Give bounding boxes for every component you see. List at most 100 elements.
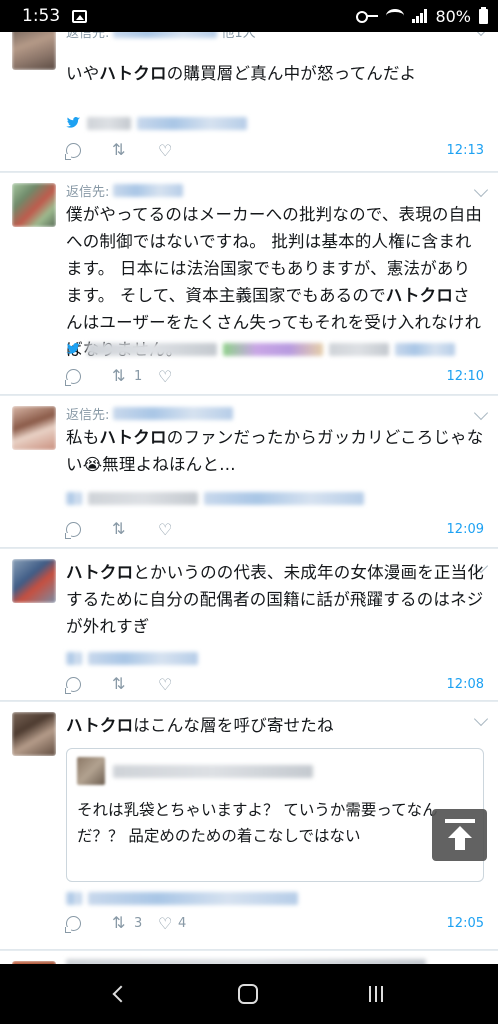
- wifi-icon: [386, 9, 405, 23]
- avatar[interactable]: [12, 559, 56, 603]
- reply-button[interactable]: [65, 142, 112, 160]
- like-button[interactable]: ♡: [158, 140, 204, 160]
- vpn-key-icon: [356, 11, 379, 23]
- reply-icon: [65, 676, 81, 694]
- source-blur: [66, 651, 82, 665]
- tweet[interactable]: [0, 951, 498, 964]
- source-blur: [137, 116, 247, 130]
- reply-to-label: 返信先:: [66, 184, 110, 200]
- tweet[interactable]: 返信先: 僕がやってるのはメーカーへの批判なので、表現の自由への制御ではないです…: [0, 173, 498, 395]
- tweet[interactable]: 返信先: 私もハトクロのファンだったからガッカリどころじゃない😭無理よねほんと……: [0, 396, 498, 548]
- back-icon[interactable]: [112, 985, 130, 1003]
- tweet-text: ハトクロはこんな層を呼び寄せたね: [66, 716, 334, 735]
- retweet-button[interactable]: ⇅: [112, 519, 158, 538]
- reply-icon: [65, 368, 81, 386]
- retweet-count: 3: [134, 915, 143, 931]
- retweet-button[interactable]: ⇅: [112, 140, 158, 159]
- reply-button[interactable]: [65, 915, 112, 933]
- tweet-text: 私もハトクロのファンだったからガッカリどころじゃない😭無理よねほんと…: [66, 428, 484, 474]
- quoted-tweet-text: それは乳袋とちゃいますよ？ ていうか需要ってなんだ？？ 品定めのための着こなしで…: [77, 801, 438, 845]
- system-nav-bar: [0, 964, 498, 1024]
- keyword-highlight: ハトクロ: [385, 286, 454, 305]
- battery-icon: [479, 6, 488, 24]
- tweet-actions: ⇅ 3 ♡ 4 12:05: [65, 912, 484, 934]
- heart-icon: ♡: [158, 913, 173, 933]
- avatar[interactable]: [12, 712, 56, 756]
- reply-icon: [65, 142, 81, 160]
- tweet-timestamp[interactable]: 12:05: [447, 916, 484, 931]
- source-blur: [204, 491, 364, 505]
- retweet-icon: ⇅: [112, 140, 126, 159]
- heart-icon: ♡: [158, 519, 173, 539]
- source-blur: [66, 491, 82, 505]
- twitter-bird-icon: [66, 117, 81, 129]
- retweet-button[interactable]: ⇅ 1: [112, 366, 158, 385]
- tweet-timestamp[interactable]: 12:08: [447, 677, 484, 692]
- home-icon[interactable]: [237, 984, 258, 1004]
- reply-icon: [65, 521, 81, 539]
- reply-button[interactable]: [65, 368, 112, 386]
- reply-to-username[interactable]: [113, 406, 234, 420]
- status-bar: 1:53 80%: [0, 0, 498, 32]
- signal-icon: [412, 9, 428, 23]
- reply-to: 返信先: 他1人: [66, 32, 484, 41]
- tweet-text: ハトクロとかいうのの代表、未成年の女体漫画を正当化するために自分の配偶者の国籍に…: [66, 563, 484, 636]
- arrow-up-to-top-icon: [444, 819, 475, 850]
- source-blur: [66, 891, 82, 905]
- keyword-highlight: ハトクロ: [66, 716, 134, 735]
- tweet-timestamp[interactable]: 12:13: [447, 143, 484, 158]
- tweet-actions: ⇅ ♡ 12:08: [65, 673, 484, 695]
- like-button[interactable]: ♡: [158, 519, 204, 539]
- heart-icon: ♡: [158, 140, 173, 160]
- like-button[interactable]: ♡: [158, 674, 204, 694]
- retweet-icon: ⇅: [112, 913, 126, 932]
- tweet-timestamp[interactable]: 12:10: [447, 369, 484, 384]
- reply-to: 返信先:: [66, 404, 484, 423]
- tweet-timestamp[interactable]: 12:09: [447, 522, 484, 537]
- avatar[interactable]: [12, 32, 56, 70]
- quoted-tweet-header: [67, 749, 483, 793]
- retweet-button[interactable]: ⇅: [112, 674, 158, 693]
- reply-to-label: 返信先:: [66, 32, 110, 41]
- timeline[interactable]: 返信先: 他1人 いやハトクロの購買層ど真ん中が怒ってんだよ ⇅ ♡ 12:13: [0, 32, 498, 964]
- like-button[interactable]: ♡: [158, 366, 204, 386]
- reply-to-label: 返信先:: [66, 407, 110, 423]
- battery-percent: 80%: [435, 6, 471, 26]
- source-blur: [329, 342, 389, 356]
- heart-icon: ♡: [158, 366, 173, 386]
- keyword-highlight: ハトクロ: [99, 64, 167, 83]
- source-blur: [87, 116, 131, 130]
- tweet-text: いやハトクロの購買層ど真ん中が怒ってんだよ: [66, 64, 417, 83]
- source-row: [66, 648, 484, 668]
- source-blur: [395, 342, 455, 356]
- avatar[interactable]: [12, 183, 56, 227]
- status-time: 1:53: [22, 6, 61, 26]
- tweet-actions: ⇅ ♡ 12:13: [65, 139, 484, 161]
- retweet-button[interactable]: ⇅ 3: [112, 913, 158, 932]
- avatar[interactable]: [12, 406, 56, 450]
- source-row: [66, 339, 484, 359]
- tweet[interactable]: 返信先: 他1人 いやハトクロの購買層ど真ん中が怒ってんだよ ⇅ ♡ 12:13: [0, 32, 498, 172]
- like-count: 4: [178, 915, 187, 931]
- reply-to-username[interactable]: [113, 32, 218, 38]
- scroll-to-top-button[interactable]: [432, 809, 487, 861]
- reply-icon: [65, 915, 81, 933]
- reply-to-others[interactable]: 他1人: [221, 32, 255, 41]
- source-blur: [223, 342, 323, 356]
- tweet[interactable]: ハトクロはこんな層を呼び寄せたね それは乳袋とちゃいますよ？ ていうか需要ってな…: [0, 702, 498, 950]
- recent-apps-icon[interactable]: [368, 986, 383, 1002]
- quoted-username: [113, 764, 313, 778]
- tweet[interactable]: ハトクロとかいうのの代表、未成年の女体漫画を正当化するために自分の配偶者の国籍に…: [0, 549, 498, 701]
- heart-icon: ♡: [158, 674, 173, 694]
- source-blur: [88, 491, 198, 505]
- reply-to-username[interactable]: [113, 183, 184, 197]
- like-button[interactable]: ♡ 4: [158, 913, 204, 933]
- reply-to: 返信先:: [66, 181, 484, 200]
- retweet-icon: ⇅: [112, 674, 126, 693]
- quoted-tweet[interactable]: それは乳袋とちゃいますよ？ ていうか需要ってなんだ？？ 品定めのための着こなしで…: [66, 748, 484, 882]
- retweet-icon: ⇅: [112, 519, 126, 538]
- reply-button[interactable]: [65, 521, 112, 539]
- quoted-avatar: [77, 757, 105, 785]
- retweet-icon: ⇅: [112, 366, 126, 385]
- reply-button[interactable]: [65, 676, 112, 694]
